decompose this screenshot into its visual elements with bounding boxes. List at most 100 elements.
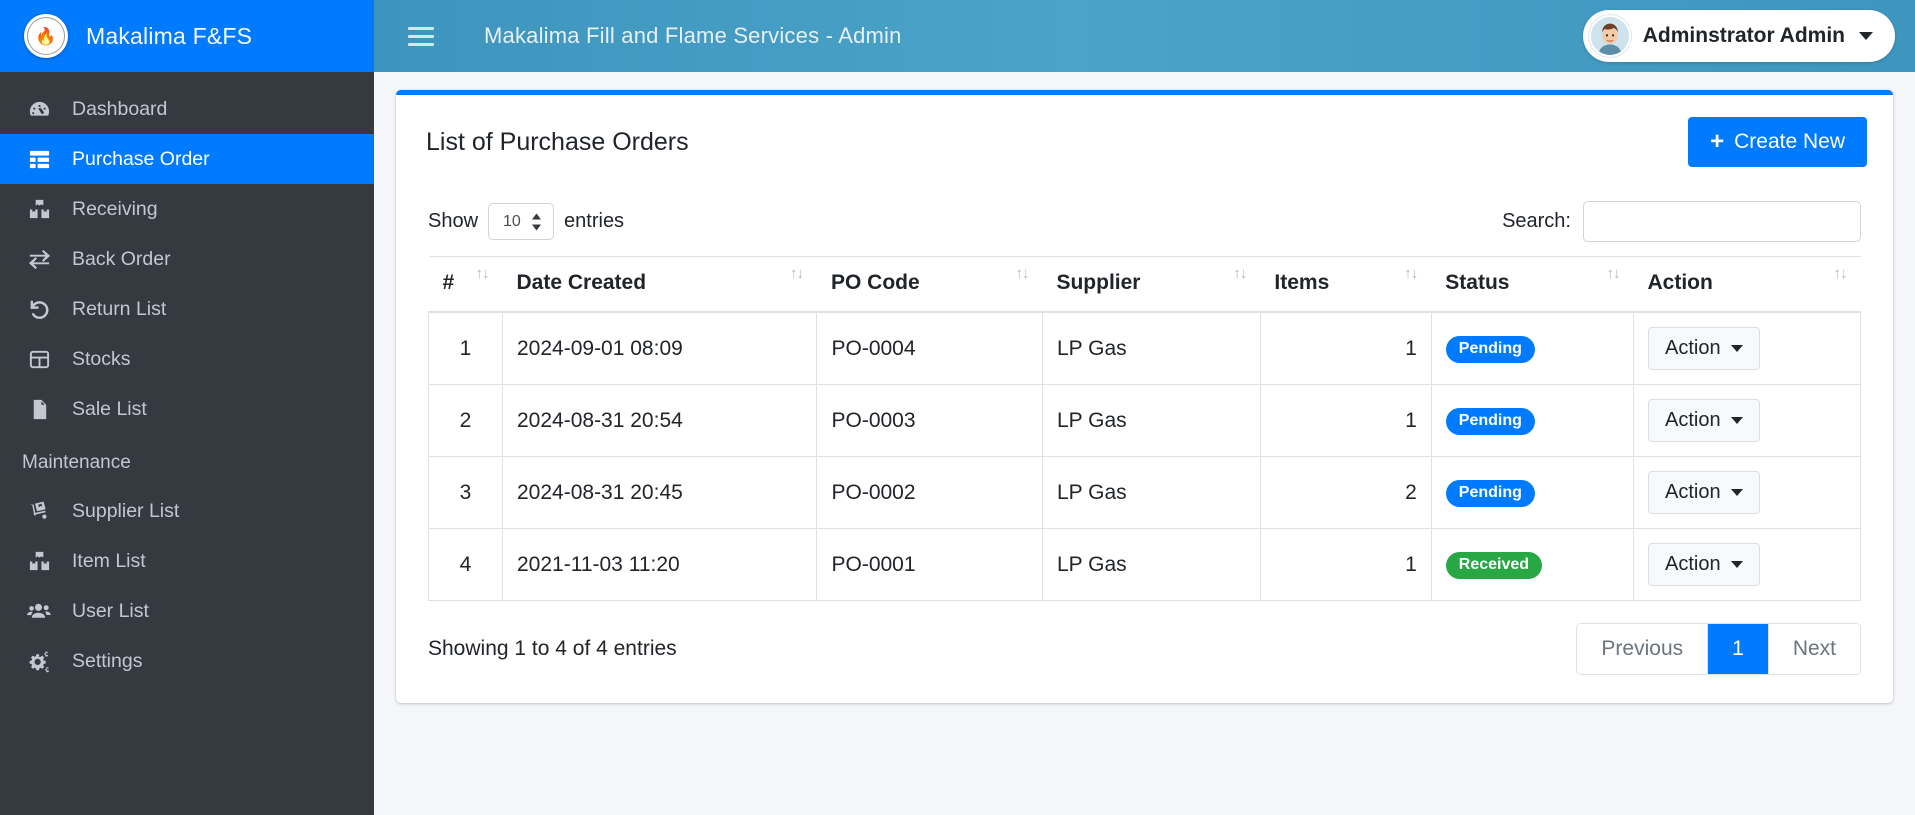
page-length-control: Show 10 entries (428, 203, 624, 240)
status-badge: Pending (1445, 335, 1535, 363)
column-label: PO Code (830, 271, 920, 294)
sidebar-item-label: Purchase Order (72, 147, 210, 170)
cell-supplier: LP Gas (1041, 456, 1261, 529)
sort-updown-icon: ↑↓ (1015, 265, 1029, 282)
cell-status: Pending (1430, 311, 1635, 385)
table-row: 2 2024-08-31 20:54 PO-0003 LP Gas 1 Pend… (428, 384, 1861, 457)
table-header: # ↑↓ Date Created ↑↓ PO Code ↑↓ Supplier… (428, 256, 1861, 313)
column-label: Date Created (516, 271, 647, 294)
user-menu-button[interactable]: Adminstrator Admin (1582, 10, 1895, 62)
cogs-icon (24, 649, 54, 673)
table-row: 1 2024-09-01 08:09 PO-0004 LP Gas 1 Pend… (428, 311, 1861, 385)
column-label: Items (1274, 271, 1330, 294)
card-header: List of Purchase Orders + Create New (396, 95, 1893, 185)
create-new-label: Create New (1734, 130, 1845, 153)
sidebar-item-purchase-order[interactable]: Purchase Order (0, 134, 374, 184)
sidebar-item-settings[interactable]: Settings (0, 636, 374, 686)
cell-po-code: PO-0003 (816, 384, 1043, 457)
page-length-select[interactable]: 10 (488, 203, 555, 240)
table-header-row: # ↑↓ Date Created ↑↓ PO Code ↑↓ Supplier… (428, 256, 1861, 313)
sidebar-item-supplier-list[interactable]: Supplier List (0, 486, 374, 536)
sidebar-item-label: Return List (72, 297, 167, 320)
action-label: Action (1665, 481, 1721, 503)
action-dropdown-button[interactable]: Action (1648, 399, 1760, 442)
sidebar-item-label: Receiving (72, 197, 158, 220)
column-header-status[interactable]: Status ↑↓ (1431, 256, 1634, 313)
pagination-previous[interactable]: Previous (1577, 624, 1709, 674)
column-header-items[interactable]: Items ↑↓ (1260, 256, 1432, 313)
undo-icon (24, 297, 54, 321)
main-area: Makalima Fill and Flame Services - Admin… (374, 0, 1915, 815)
sidebar-item-receiving[interactable]: Receiving (0, 184, 374, 234)
hamburger-icon[interactable] (404, 19, 438, 53)
cell-items: 1 (1259, 528, 1432, 601)
pagination-page-1[interactable]: 1 (1708, 624, 1769, 674)
search-label: Search: (1502, 210, 1571, 232)
sidebar-item-user-list[interactable]: User List (0, 586, 374, 636)
action-dropdown-button[interactable]: Action (1648, 543, 1760, 586)
sort-updown-icon: ↑↓ (475, 265, 490, 282)
sidebar-item-stocks[interactable]: Stocks (0, 334, 374, 384)
app-root: 🔥 Makalima F&FS Dashboard Purchase Order… (0, 0, 1915, 815)
create-new-button[interactable]: + Create New (1688, 117, 1867, 167)
file-invoice-dollar-icon: $ (24, 397, 54, 421)
tachometer-icon (24, 97, 54, 121)
status-badge: Received (1445, 551, 1543, 579)
action-label: Action (1665, 409, 1721, 431)
cell-items: 1 (1259, 311, 1432, 385)
brand-header[interactable]: 🔥 Makalima F&FS (0, 0, 374, 72)
sidebar-item-label: Sale List (72, 397, 147, 420)
pagination: Previous 1 Next (1576, 623, 1861, 675)
boxes-icon (24, 549, 54, 573)
cell-action: Action (1633, 456, 1861, 529)
table-row: 4 2021-11-03 11:20 PO-0001 LP Gas 1 Rece… (428, 528, 1861, 601)
cell-status: Pending (1430, 384, 1635, 457)
sidebar-item-item-list[interactable]: Item List (0, 536, 374, 586)
cell-date-created: 2024-08-31 20:45 (501, 456, 818, 529)
status-badge: Pending (1445, 479, 1535, 507)
sort-updown-icon: ↑↓ (1833, 265, 1848, 282)
show-label: Show (428, 210, 479, 232)
action-dropdown-button[interactable]: Action (1648, 471, 1760, 514)
column-header-number[interactable]: # ↑↓ (428, 256, 503, 313)
table-body: 1 2024-09-01 08:09 PO-0004 LP Gas 1 Pend… (428, 311, 1861, 601)
sidebar-item-return-list[interactable]: Return List (0, 284, 374, 334)
action-label: Action (1665, 553, 1721, 575)
column-label: Action (1647, 271, 1713, 294)
sidebar-section-maintenance: Maintenance (22, 452, 131, 473)
page-content: List of Purchase Orders + Create New Sho… (374, 72, 1915, 815)
cell-items: 1 (1259, 384, 1432, 457)
column-header-action[interactable]: Action ↑↓ (1633, 256, 1861, 313)
cell-status: Pending (1430, 456, 1635, 529)
column-label: # (442, 271, 455, 294)
sidebar-item-sale-list[interactable]: $ Sale List (0, 384, 374, 434)
column-header-po-code[interactable]: PO Code ↑↓ (816, 256, 1043, 313)
caret-down-icon (1730, 561, 1743, 568)
sort-updown-icon: ↑↓ (1606, 265, 1621, 282)
topbar-title: Makalima Fill and Flame Services - Admin (484, 23, 902, 48)
sidebar-item-back-order[interactable]: Back Order (0, 234, 374, 284)
table-row: 3 2024-08-31 20:45 PO-0002 LP Gas 2 Pend… (428, 456, 1861, 529)
flame-logo-icon: 🔥 (24, 14, 68, 58)
dolly-icon (24, 499, 54, 523)
sidebar-item-dashboard[interactable]: Dashboard (0, 84, 374, 134)
cell-number: 4 (428, 528, 503, 601)
table-info: Showing 1 to 4 of 4 entries (428, 637, 677, 660)
search-input[interactable] (1583, 201, 1861, 242)
action-label: Action (1665, 337, 1721, 359)
card-body: Show 10 entries Search: # ↑↓ Date Create… (396, 185, 1893, 703)
cell-number: 3 (428, 456, 503, 529)
pagination-next[interactable]: Next (1768, 624, 1860, 674)
sidebar-item-label: Dashboard (72, 97, 168, 120)
column-header-supplier[interactable]: Supplier ↑↓ (1042, 256, 1261, 313)
search-control: Search: (1502, 201, 1861, 242)
cell-action: Action (1633, 528, 1861, 601)
sidebar-item-label: Stocks (72, 347, 131, 370)
caret-down-icon (1730, 489, 1743, 496)
sidebar-item-label: Supplier List (72, 499, 180, 522)
cell-po-code: PO-0001 (816, 528, 1043, 601)
column-header-date-created[interactable]: Date Created ↑↓ (502, 256, 817, 313)
action-dropdown-button[interactable]: Action (1648, 327, 1760, 370)
caret-down-icon (1730, 417, 1743, 424)
cell-po-code: PO-0002 (816, 456, 1043, 529)
